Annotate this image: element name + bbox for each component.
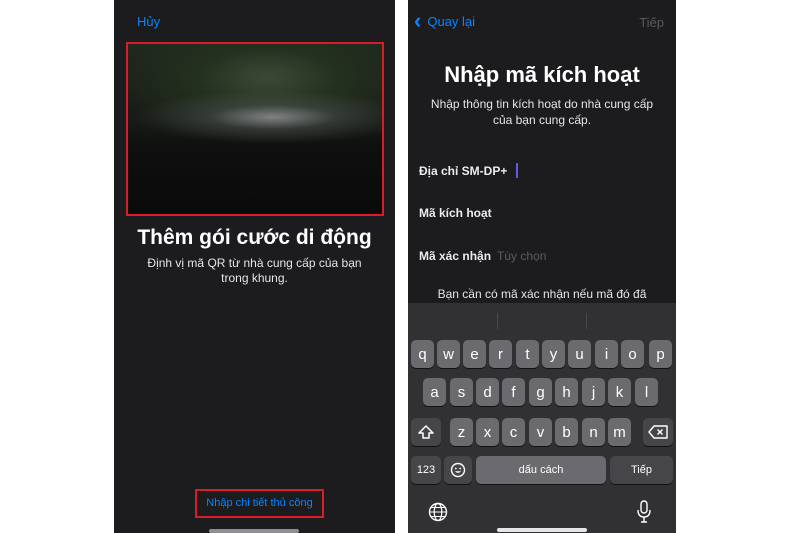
emoji-key[interactable] xyxy=(444,456,472,484)
space-key[interactable]: dấu cách xyxy=(476,456,606,484)
qr-scan-screen: Hủy Thêm gói cước di động Định vị mã QR … xyxy=(114,0,395,533)
key-e[interactable]: e xyxy=(463,340,486,368)
globe-icon xyxy=(428,502,448,522)
activation-code-screen: ‹ Quay lại Tiếp Nhập mã kích hoạt Nhập t… xyxy=(408,0,676,533)
key-z[interactable]: z xyxy=(450,418,473,446)
numbers-key[interactable]: 123 xyxy=(411,456,441,484)
key-w[interactable]: w xyxy=(437,340,460,368)
confirmation-note: Bạn cần có mã xác nhận nếu mã đó đã xyxy=(437,287,647,301)
key-f[interactable]: f xyxy=(502,378,525,406)
confirmation-code-label: Mã xác nhận xyxy=(419,249,492,263)
key-p[interactable]: p xyxy=(649,340,672,368)
home-indicator xyxy=(497,528,587,532)
home-indicator xyxy=(209,529,299,533)
key-m[interactable]: m xyxy=(608,418,631,446)
qr-camera-viewfinder xyxy=(126,42,384,216)
activation-code-label: Mã kích hoạt xyxy=(419,206,492,220)
on-screen-keyboard: q w e r t y u i o p a s d f g h j k l z … xyxy=(408,303,676,533)
key-n[interactable]: n xyxy=(582,418,605,446)
key-v[interactable]: v xyxy=(529,418,552,446)
suggestion-divider xyxy=(586,313,587,329)
shift-icon xyxy=(418,425,434,439)
emoji-icon xyxy=(450,462,466,478)
key-y[interactable]: y xyxy=(542,340,565,368)
confirmation-code-field[interactable]: Mã xác nhận Tùy chọn xyxy=(419,249,546,263)
text-cursor xyxy=(516,163,519,178)
cancel-button[interactable]: Hủy xyxy=(137,14,160,29)
key-c[interactable]: c xyxy=(502,418,525,446)
key-d[interactable]: d xyxy=(476,378,499,406)
back-button-label: Quay lại xyxy=(427,13,476,29)
dictation-key[interactable] xyxy=(636,500,652,530)
page-subtitle: Nhập thông tin kích hoạt do nhà cung cấp… xyxy=(430,97,654,127)
page-title: Thêm gói cước di động xyxy=(137,226,372,249)
smdp-address-label: Địa chỉ SM-DP+ xyxy=(419,164,508,178)
page-subtitle: Định vị mã QR từ nhà cung cấp của bạn tr… xyxy=(147,256,362,285)
key-u[interactable]: u xyxy=(568,340,591,368)
confirmation-code-placeholder: Tùy chọn xyxy=(497,249,547,263)
key-r[interactable]: r xyxy=(489,340,512,368)
backspace-icon xyxy=(648,425,668,439)
key-k[interactable]: k xyxy=(608,378,631,406)
manual-entry-button[interactable]: Nhập chi tiết thủ công xyxy=(195,489,324,518)
key-g[interactable]: g xyxy=(529,378,552,406)
activation-code-field[interactable]: Mã kích hoạt xyxy=(419,206,492,220)
next-button[interactable]: Tiếp xyxy=(639,15,664,30)
microphone-icon xyxy=(637,500,651,523)
return-key[interactable]: Tiếp xyxy=(610,456,673,484)
back-button[interactable]: ‹ Quay lại xyxy=(414,8,476,33)
key-x[interactable]: x xyxy=(476,418,499,446)
key-s[interactable]: s xyxy=(450,378,473,406)
key-i[interactable]: i xyxy=(595,340,618,368)
key-o[interactable]: o xyxy=(621,340,644,368)
shift-key[interactable] xyxy=(411,418,441,446)
globe-key[interactable] xyxy=(428,502,448,528)
key-a[interactable]: a xyxy=(423,378,446,406)
page-title: Nhập mã kích hoạt xyxy=(444,62,640,87)
smdp-address-field[interactable]: Địa chỉ SM-DP+ xyxy=(419,163,519,178)
backspace-key[interactable] xyxy=(643,418,673,446)
key-b[interactable]: b xyxy=(555,418,578,446)
key-t[interactable]: t xyxy=(516,340,539,368)
key-l[interactable]: l xyxy=(635,378,658,406)
suggestion-divider xyxy=(497,313,498,329)
chevron-left-icon: ‹ xyxy=(414,8,422,33)
key-j[interactable]: j xyxy=(582,378,605,406)
key-h[interactable]: h xyxy=(555,378,578,406)
key-q[interactable]: q xyxy=(411,340,434,368)
